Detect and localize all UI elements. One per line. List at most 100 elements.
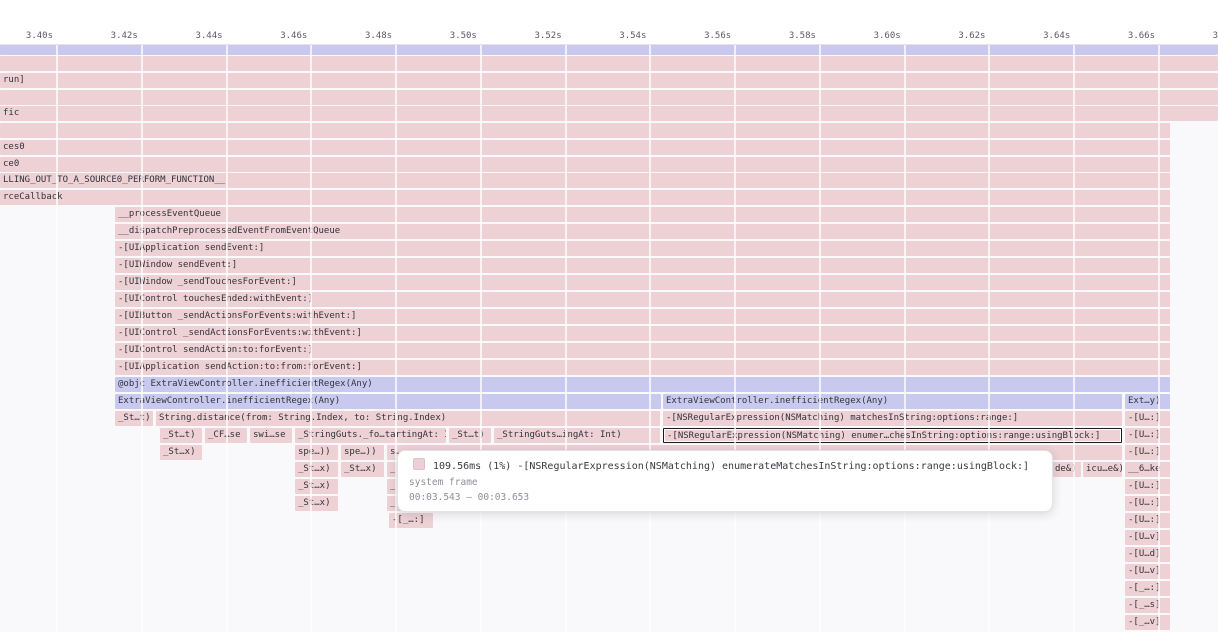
frame-box[interactable]: -[U…:] xyxy=(1125,513,1170,528)
frame-box[interactable]: rceCallback xyxy=(0,190,1170,205)
frame-box[interactable]: Ext…y) xyxy=(1125,394,1170,409)
frame-box[interactable]: -[_…s] xyxy=(1125,598,1170,613)
frame-box[interactable]: -[U…v] xyxy=(1125,564,1170,579)
frame-label: _St…x) xyxy=(163,447,196,457)
frame-label: -[NSRegularExpression(NSMatching) matche… xyxy=(666,413,1018,423)
frame-box[interactable]: _St…t) xyxy=(115,411,153,426)
frame-label: spe…)) xyxy=(298,447,331,457)
time-tick-label: 3.68s xyxy=(1146,29,1218,43)
frame-label: spe…)) xyxy=(344,447,377,457)
frame-box[interactable]: -[UIButton _sendActionsForEvents:withEve… xyxy=(115,309,1170,324)
frame-box[interactable]: -[U…:] xyxy=(1125,411,1170,426)
frame-box[interactable]: -[_…:] xyxy=(389,513,433,528)
frame-box[interactable]: -[UIWindow sendEvent:] xyxy=(115,258,1170,273)
frame-box-selected[interactable]: -[NSRegularExpression(NSMatching) enumer… xyxy=(663,428,1122,443)
frame-box[interactable]: _St…x) xyxy=(295,479,338,494)
frame-box[interactable] xyxy=(0,56,1218,71)
frame-box[interactable]: ExtraViewController.inefficientRegex(Any… xyxy=(115,394,661,409)
frame-label: -[_…s] xyxy=(1128,600,1161,610)
frame-box[interactable]: -[UIApplication sendAction:to:from:forEv… xyxy=(115,360,1170,375)
frame-label: ce0 xyxy=(3,159,19,169)
time-tick-label: 3.50s xyxy=(383,29,477,43)
frame-box[interactable]: _CF…se xyxy=(205,428,247,443)
time-ruler[interactable]: 3.40s3.42s3.44s3.46s3.48s3.50s3.52s3.54s… xyxy=(0,28,1218,45)
frame-label: ExtraViewController.inefficientRegex(Any… xyxy=(118,396,340,406)
frame-box[interactable]: _St…x) xyxy=(341,462,384,477)
frame-box[interactable]: -[UIWindow _sendTouchesForEvent:] xyxy=(115,275,1170,290)
time-tick-label: 3.66s xyxy=(1061,29,1155,43)
frame-box[interactable]: icu…e&) xyxy=(1083,462,1122,477)
frame-box[interactable]: de&) xyxy=(1052,462,1081,477)
frame-box[interactable]: spe…)) xyxy=(295,445,338,460)
frame-box[interactable]: _St…x) xyxy=(295,462,338,477)
time-tick-label: 3.56s xyxy=(637,29,731,43)
frame-label: -[_…:] xyxy=(1128,583,1161,593)
frame-box[interactable]: _StringGuts…ingAt: Int) xyxy=(494,428,660,443)
frame-box[interactable]: ces0 xyxy=(0,140,1170,155)
frame-box[interactable]: ExtraViewController.inefficientRegex(Any… xyxy=(663,394,1122,409)
frame-label: -[UIApplication sendEvent:] xyxy=(118,243,264,253)
tooltip-category: system frame xyxy=(409,476,1041,489)
frame-box[interactable]: _St…t) xyxy=(160,428,202,443)
tooltip-percent: (1%) xyxy=(487,461,511,472)
frame-box[interactable]: -[NSRegularExpression(NSMatching) matche… xyxy=(663,411,1122,426)
frame-box[interactable]: -[U…d] xyxy=(1125,547,1170,562)
frame-label: @objc ExtraViewController.inefficientReg… xyxy=(118,379,373,389)
frame-label: -[UIControl touchesEnded:withEvent:] xyxy=(118,294,313,304)
frame-box[interactable]: -[UIControl sendAction:to:forEvent:] xyxy=(115,343,1170,358)
flame-chart: run] fic ces0 ce0 LLING_OUT_TO_A_SOURCE0_PER… xyxy=(0,45,1218,632)
frame-box[interactable] xyxy=(0,44,1218,55)
frame-label: -[UIWindow sendEvent:] xyxy=(118,260,237,270)
frame-label: _St…x) xyxy=(344,464,377,474)
time-tick-label: 3.64s xyxy=(976,29,1070,43)
frame-box[interactable]: -[U…:] xyxy=(1125,428,1170,443)
frame-box[interactable]: -[_…:] xyxy=(1125,581,1170,596)
frame-box[interactable]: __6…ke xyxy=(1125,462,1170,477)
frame-label: -[UIButton _sendActionsForEvents:withEve… xyxy=(118,311,356,321)
frame-box[interactable]: fic xyxy=(0,106,1218,121)
frame-box[interactable]: ce0 xyxy=(0,157,1170,172)
frame-label: __dispatchPreprocessedEventFromEventQueu… xyxy=(118,226,340,236)
frame-label: -[U…:] xyxy=(1128,447,1161,457)
frame-box[interactable]: -[U…:] xyxy=(1125,496,1170,511)
frame-box[interactable]: String.distance(from: String.Index, to: … xyxy=(156,411,660,426)
frame-box[interactable]: run] xyxy=(0,73,1218,88)
toolbar-spacer xyxy=(0,0,1218,28)
frame-label: -[UIWindow _sendTouchesForEvent:] xyxy=(118,277,297,287)
time-tick-label: 3.54s xyxy=(552,29,646,43)
frame-label: _ xyxy=(390,464,395,474)
frame-box[interactable]: _StringGuts._fo…tartingAt: Int) xyxy=(295,428,446,443)
frame-box[interactable]: @objc ExtraViewController.inefficientReg… xyxy=(115,377,1170,392)
frame-box[interactable]: -[UIApplication sendEvent:] xyxy=(115,241,1170,256)
frame-box[interactable]: -[U…v] xyxy=(1125,530,1170,545)
frame-label: -[_…:] xyxy=(392,515,425,525)
frame-tooltip: 109.56ms (1%) -[NSRegularExpression(NSMa… xyxy=(397,450,1053,512)
frame-box[interactable]: -[UIControl _sendActionsForEvents:withEv… xyxy=(115,326,1170,341)
frame-label: __6…ke xyxy=(1128,464,1161,474)
frame-label: -[UIApplication sendAction:to:from:forEv… xyxy=(118,362,362,372)
frame-box[interactable]: _St…x) xyxy=(160,445,202,460)
tooltip-symbol: -[NSRegularExpression(NSMatching) enumer… xyxy=(517,461,1029,472)
frame-box[interactable]: swi…se xyxy=(250,428,292,443)
time-tick-label: 3.52s xyxy=(468,29,562,43)
frame-label: -[U…:] xyxy=(1128,430,1161,440)
frame-label: -[U…:] xyxy=(1128,515,1161,525)
frame-label: _St…x) xyxy=(298,464,331,474)
frame-box[interactable]: _St…t) xyxy=(449,428,491,443)
frame-box[interactable]: __processEventQueue xyxy=(115,207,1170,222)
tooltip-duration: 109.56ms xyxy=(433,461,481,472)
frame-box[interactable] xyxy=(0,123,1170,138)
frame-label: -[NSRegularExpression(NSMatching) enumer… xyxy=(667,431,1100,441)
frame-box[interactable]: __dispatchPreprocessedEventFromEventQueu… xyxy=(115,224,1170,239)
frame-label: Ext…y) xyxy=(1128,396,1161,406)
frame-box[interactable]: -[_…v] xyxy=(1125,615,1170,630)
frame-label: _St…x) xyxy=(298,498,331,508)
frame-box[interactable]: LLING_OUT_TO_A_SOURCE0_PERFORM_FUNCTION_… xyxy=(0,173,1170,188)
frame-box[interactable]: -[UIControl touchesEnded:withEvent:] xyxy=(115,292,1170,307)
frame-box[interactable]: spe…)) xyxy=(341,445,384,460)
frame-box[interactable]: -[U…:] xyxy=(1125,479,1170,494)
frame-box[interactable] xyxy=(0,90,1218,105)
frame-box[interactable]: _St…x) xyxy=(295,496,338,511)
frame-label: ExtraViewController.inefficientRegex(Any… xyxy=(666,396,888,406)
frame-box[interactable]: -[U…:] xyxy=(1125,445,1170,460)
